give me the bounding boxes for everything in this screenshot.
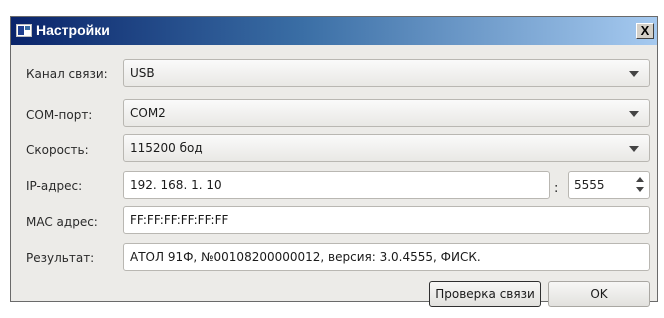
- spin-up-icon[interactable]: [636, 177, 644, 182]
- speed-select[interactable]: 115200 бод: [123, 134, 650, 162]
- title-bar[interactable]: Настройки X: [11, 17, 657, 45]
- spin-down-icon[interactable]: [636, 187, 644, 192]
- chevron-down-icon: [629, 71, 639, 77]
- port-spinbox[interactable]: 5555: [568, 171, 650, 199]
- channel-value: USB: [130, 66, 155, 80]
- com-port-select[interactable]: COM2: [123, 99, 650, 127]
- result-field[interactable]: АТОЛ 91Ф, №00108200000012, версия: 3.0.4…: [123, 243, 650, 271]
- com-port-value: COM2: [130, 106, 166, 120]
- ip-label: IP-адрес:: [26, 179, 83, 193]
- speed-label: Скорость:: [26, 143, 89, 157]
- mac-label: MAC адрес:: [26, 215, 98, 229]
- com-port-label: COM-порт:: [26, 108, 93, 122]
- ok-button[interactable]: OK: [548, 281, 650, 307]
- channel-select[interactable]: USB: [123, 59, 650, 87]
- mac-address-field[interactable]: FF:FF:FF:FF:FF:FF: [123, 206, 650, 234]
- port-value: 5555: [574, 178, 605, 192]
- channel-label: Канал связи:: [26, 67, 108, 81]
- settings-dialog: Настройки X Канал связи: USB COM-порт: C…: [10, 16, 658, 307]
- port-separator: :: [554, 181, 559, 196]
- speed-value: 115200 бод: [130, 141, 203, 155]
- window-title: Настройки: [36, 22, 110, 38]
- window-app-icon: [16, 24, 32, 37]
- ip-address-value: 192. 168. 1. 10: [130, 178, 222, 192]
- chevron-down-icon: [629, 146, 639, 152]
- mac-address-value: FF:FF:FF:FF:FF:FF: [130, 213, 229, 227]
- spin-buttons[interactable]: [634, 175, 647, 195]
- chevron-down-icon: [629, 111, 639, 117]
- check-connection-button[interactable]: Проверка связи: [429, 281, 541, 307]
- close-button[interactable]: X: [636, 23, 654, 39]
- result-value: АТОЛ 91Ф, №00108200000012, версия: 3.0.4…: [130, 250, 481, 264]
- ip-address-input[interactable]: 192. 168. 1. 10: [123, 171, 550, 199]
- result-label: Результат:: [26, 251, 95, 265]
